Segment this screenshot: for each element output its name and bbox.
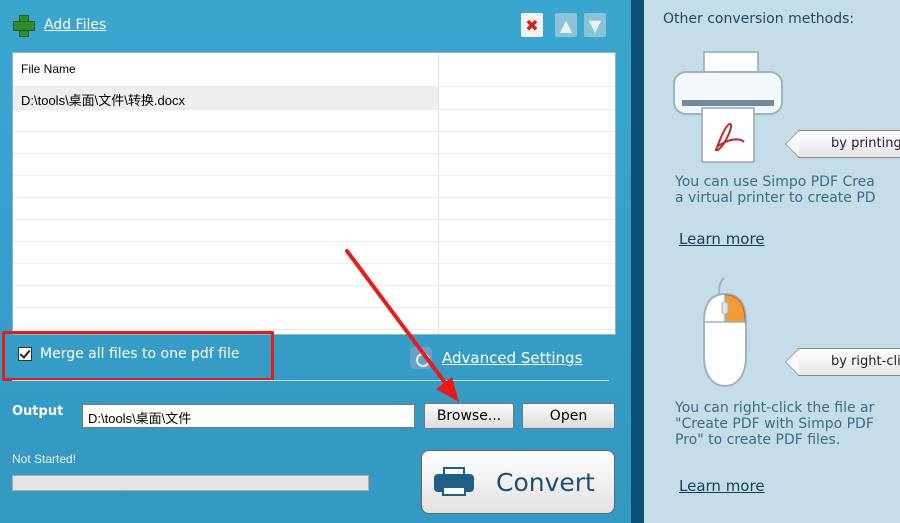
grid-line — [13, 109, 615, 110]
mouse-icon — [703, 277, 747, 388]
right-click-learn-more-link[interactable]: Learn more — [679, 477, 765, 495]
advanced-settings-link[interactable]: Advanced Settings — [410, 347, 582, 369]
convert-label: Convert — [496, 467, 595, 497]
arrow-up-icon: ▲ — [559, 15, 573, 35]
main-panel: Add Files ✖ ▲ ▼ File Name D:\tools\桌面\文件… — [0, 0, 631, 523]
grid-line — [13, 175, 615, 176]
column-separator — [438, 53, 439, 334]
grid-line — [13, 329, 615, 330]
file-row[interactable]: D:\tools\桌面\文件\转换.docx — [13, 87, 438, 109]
grid-line — [13, 131, 615, 132]
add-files-button[interactable]: Add Files — [12, 14, 107, 37]
by-printing-tag[interactable]: by printing — [785, 130, 900, 158]
move-down-button[interactable]: ▼ — [584, 13, 606, 37]
grid-line — [13, 307, 615, 308]
move-up-button[interactable]: ▲ — [555, 13, 577, 37]
printing-description-line1: You can use Simpo PDF Crea — [675, 174, 875, 190]
printer-icon — [434, 467, 474, 497]
printing-description-line2: a virtual printer to create PD — [675, 190, 876, 206]
gear-icon — [410, 347, 432, 369]
other-methods-panel: Other conversion methods: by printing Yo… — [644, 0, 900, 523]
convert-button[interactable]: Convert — [421, 450, 615, 514]
grid-line — [13, 197, 615, 198]
output-label: Output — [12, 404, 64, 419]
other-methods-title: Other conversion methods: — [663, 11, 855, 27]
right-click-description-line2: "Create PDF with Simpo PDF — [675, 416, 874, 432]
file-list[interactable]: File Name D:\tools\桌面\文件\转换.docx — [12, 52, 616, 335]
status-text: Not Started! — [12, 452, 77, 466]
virtual-printer-icon — [673, 51, 783, 163]
right-click-description-line3: Pro" to create PDF files. — [675, 432, 841, 448]
grid-line — [13, 285, 615, 286]
progress-bar — [12, 475, 369, 491]
open-button[interactable]: Open — [522, 403, 615, 429]
add-files-label: Add Files — [44, 17, 107, 33]
grid-line — [13, 241, 615, 242]
divider-line — [12, 380, 609, 381]
plus-icon — [12, 14, 35, 37]
file-name-cell: D:\tools\桌面\文件\转换.docx — [21, 93, 185, 108]
arrow-down-icon: ▼ — [588, 15, 602, 35]
right-click-description-line1: You can right-click the file ar — [675, 400, 875, 416]
browse-button[interactable]: Browse... — [424, 403, 514, 429]
advanced-settings-label: Advanced Settings — [442, 349, 583, 367]
grid-line — [13, 153, 615, 154]
by-right-click-tag[interactable]: by right-clic — [785, 348, 900, 376]
file-name-column-header[interactable]: File Name — [21, 62, 76, 76]
merge-label: Merge all files to one pdf file — [40, 346, 240, 362]
merge-checkbox[interactable] — [18, 347, 32, 361]
grid-line — [13, 219, 615, 220]
delete-icon: ✖ — [525, 15, 539, 35]
grid-line — [13, 263, 615, 264]
printing-learn-more-link[interactable]: Learn more — [679, 230, 765, 248]
merge-checkbox-row[interactable]: Merge all files to one pdf file — [18, 346, 240, 362]
panel-divider — [631, 0, 644, 523]
delete-button[interactable]: ✖ — [521, 13, 543, 37]
output-path-field[interactable]: D:\tools\桌面\文件 — [82, 404, 415, 428]
